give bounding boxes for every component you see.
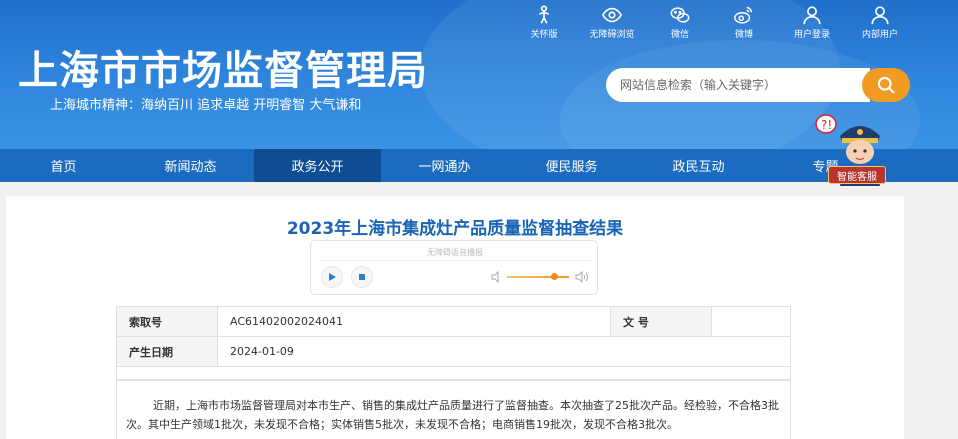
- care-icon: [539, 5, 549, 24]
- care-version-link[interactable]: 关怀版: [512, 4, 576, 40]
- table-row: 产生日期 2024-01-09: [116, 336, 791, 367]
- document-number-value: [711, 306, 791, 337]
- user-login-link[interactable]: 用户登录: [776, 4, 848, 40]
- table-spacer: [116, 366, 791, 380]
- article-title: 2023年上海市集成灶产品质量监督抽查结果: [286, 219, 624, 239]
- nav-interaction[interactable]: 政民互动: [635, 149, 762, 182]
- weibo-icon: [734, 6, 753, 24]
- document-meta-table: 索取号 AC61402002024041 文 号 产生日期 2024-01-09: [116, 306, 791, 367]
- wechat-link[interactable]: 微信: [648, 4, 712, 40]
- stop-button[interactable]: [351, 266, 373, 288]
- nav-one-network[interactable]: 一网通办: [381, 149, 508, 182]
- top-links: 关怀版 无障碍浏览 微信 微博 用户登录 内部用户: [512, 4, 912, 40]
- date-value: 2024-01-09: [217, 336, 791, 367]
- assistant-label[interactable]: 智能客服: [828, 166, 886, 184]
- search-button[interactable]: [862, 68, 910, 102]
- document-number-label: 文 号: [610, 306, 712, 337]
- table-row: 索取号 AC61402002024041 文 号: [116, 306, 791, 337]
- player-label: 无障碍语音播报: [427, 248, 483, 257]
- volume-slider-handle[interactable]: [551, 273, 558, 280]
- nav-government-affairs[interactable]: 政务公开: [254, 149, 381, 182]
- volume-high-icon[interactable]: [575, 271, 589, 283]
- accessibility-link[interactable]: 无障碍浏览: [576, 4, 648, 40]
- play-icon: [329, 273, 336, 281]
- eye-icon: [601, 7, 623, 23]
- wechat-icon: [670, 7, 690, 23]
- date-label: 产生日期: [116, 336, 218, 367]
- nav-home[interactable]: 首页: [0, 149, 127, 182]
- weibo-link[interactable]: 微博: [712, 4, 776, 40]
- volume-slider[interactable]: [507, 276, 569, 278]
- site-title[interactable]: 上海市市场监督管理局: [18, 38, 428, 96]
- user-icon: [871, 6, 889, 25]
- site-search: [606, 68, 910, 102]
- search-icon: [877, 76, 895, 94]
- user-icon: [803, 6, 821, 25]
- nav-public-service[interactable]: 便民服务: [508, 149, 635, 182]
- internal-user-link[interactable]: 内部用户: [848, 4, 912, 40]
- nav-news[interactable]: 新闻动态: [127, 149, 254, 182]
- index-number-value: AC61402002024041: [217, 306, 611, 337]
- city-slogan: 上海城市精神：海纳百川 追求卓越 开明睿智 大气谦和: [50, 98, 362, 113]
- stop-icon: [359, 274, 365, 280]
- play-button[interactable]: [321, 266, 343, 288]
- article-body: 近期，上海市市场监督管理局对本市生产、销售的集成灶产品质量进行了监督抽查。本次抽…: [126, 399, 779, 431]
- svg-text:?!: ?!: [821, 118, 832, 132]
- search-input[interactable]: [606, 68, 870, 102]
- audio-player: 无障碍语音播报: [310, 240, 598, 295]
- article-panel: 2023年上海市集成灶产品质量监督抽查结果 无障碍语音播报 索取号 AC6140…: [6, 196, 904, 439]
- volume-low-icon[interactable]: [491, 271, 503, 283]
- index-number-label: 索取号: [116, 306, 218, 337]
- player-divider: [319, 260, 591, 261]
